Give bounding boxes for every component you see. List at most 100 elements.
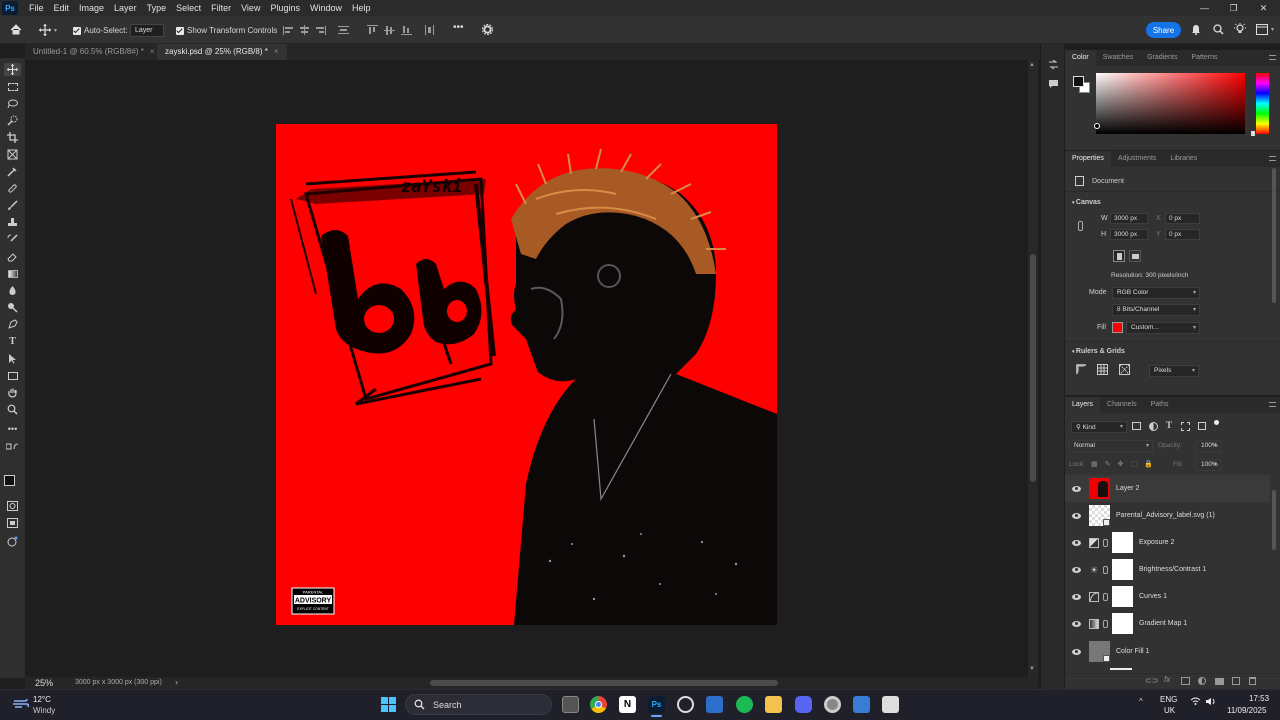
mask-link-icon[interactable] — [1103, 538, 1108, 547]
fill-opacity-field[interactable]: 100% — [1196, 459, 1221, 471]
distribute-icon[interactable] — [338, 25, 349, 35]
x-field[interactable]: 0 px — [1165, 213, 1200, 224]
visibility-eye-icon[interactable] — [1072, 539, 1081, 546]
volume-icon[interactable] — [1205, 697, 1216, 709]
delete-layer-icon[interactable] — [1249, 677, 1256, 685]
search-icon[interactable] — [1213, 24, 1224, 35]
color-picker-field[interactable] — [1096, 73, 1245, 134]
menu-filter[interactable]: Filter — [206, 0, 236, 16]
tab-untitled-1[interactable]: Untitled-1 @ 60.5% (RGB/8#) * × — [25, 44, 163, 60]
zoom-level[interactable]: 25% — [35, 678, 53, 688]
move-tool-icon[interactable] — [4, 63, 21, 76]
layer-style-icon[interactable]: fx — [1164, 675, 1170, 684]
layer-row[interactable]: Parental_Advisory_label.svg (1) — [1065, 502, 1270, 529]
layer-mask-thumbnail[interactable] — [1112, 559, 1133, 580]
spotify-icon[interactable] — [736, 696, 753, 713]
path-selection-tool-icon[interactable] — [6, 352, 19, 365]
panel-menu-icon[interactable] — [1269, 55, 1276, 60]
comments-panel-icon[interactable] — [1048, 79, 1059, 92]
mask-link-icon[interactable] — [1103, 565, 1108, 574]
taskbar-search[interactable]: Search — [405, 694, 552, 715]
panel-menu-icon[interactable] — [1269, 156, 1276, 161]
align-right-icon[interactable] — [315, 25, 326, 35]
layer-name[interactable]: Curves 1 — [1139, 593, 1167, 600]
file-explorer-icon[interactable] — [765, 696, 782, 713]
align-left-icon[interactable] — [283, 25, 294, 35]
system-tray-chevron-icon[interactable]: ^ — [1139, 697, 1143, 706]
layers-scrollbar[interactable] — [1272, 490, 1276, 550]
type-tool-icon[interactable]: T — [6, 335, 19, 348]
minimize-icon[interactable]: — — [1191, 0, 1218, 16]
layer-mask-thumbnail[interactable] — [1112, 613, 1133, 634]
layer-name[interactable]: Layer 2 — [1116, 485, 1139, 492]
layer-mask-thumbnail[interactable] — [1112, 532, 1133, 553]
tab-paths[interactable]: Paths — [1144, 397, 1176, 413]
clock-date[interactable]: 11/09/2025 — [1227, 706, 1266, 715]
y-field[interactable]: 0 px — [1165, 229, 1200, 240]
landscape-orientation-icon[interactable] — [1129, 250, 1141, 262]
scroll-up-icon[interactable]: ▲ — [1029, 62, 1035, 68]
more-options-icon[interactable]: ••• — [453, 22, 464, 33]
grid-icon[interactable] — [1097, 364, 1108, 378]
align-top-icon[interactable] — [367, 25, 378, 35]
tab-swatches[interactable]: Swatches — [1096, 50, 1140, 66]
horizontal-scroll-thumb[interactable] — [430, 680, 778, 686]
brush-tool-icon[interactable] — [6, 199, 19, 212]
align-center-icon[interactable] — [299, 25, 310, 35]
blend-mode-dropdown[interactable]: Normal — [1069, 440, 1153, 452]
height-field[interactable]: 3000 px — [1110, 229, 1148, 240]
clock-time[interactable]: 17:53 — [1249, 694, 1269, 703]
layer-row[interactable]: Exposure 2 — [1065, 529, 1270, 556]
scroll-down-icon[interactable]: ▼ — [1029, 666, 1035, 672]
notifications-bell-icon[interactable] — [1191, 24, 1201, 35]
windows-start-icon[interactable] — [381, 697, 397, 713]
crop-tool-icon[interactable] — [6, 131, 19, 144]
discord-icon[interactable] — [795, 696, 812, 713]
layer-name[interactable]: Brightness/Contrast 1 — [1139, 566, 1206, 573]
menu-type[interactable]: Type — [142, 0, 172, 16]
filter-type-icon[interactable]: T — [1166, 420, 1172, 430]
history-brush-tool-icon[interactable] — [6, 233, 19, 246]
layer-mask-thumbnail[interactable] — [1112, 586, 1133, 607]
eyedropper-tool-icon[interactable] — [6, 165, 19, 178]
layer-row[interactable]: Gradient Map 1 — [1065, 610, 1270, 637]
mask-link-icon[interactable] — [1103, 619, 1108, 628]
menu-plugins[interactable]: Plugins — [265, 0, 305, 16]
eraser-tool-icon[interactable] — [6, 250, 19, 263]
menu-image[interactable]: Image — [74, 0, 109, 16]
align-bottom-icon[interactable] — [401, 25, 412, 35]
menu-edit[interactable]: Edit — [49, 0, 75, 16]
tab-color[interactable]: Color — [1065, 50, 1096, 66]
weather-icon[interactable] — [12, 696, 30, 713]
tab-zayski-psd[interactable]: zayski.psd @ 25% (RGB/8) * × — [157, 44, 287, 60]
frame-tool-icon[interactable] — [6, 148, 19, 161]
filter-toggle-icon[interactable] — [1214, 420, 1219, 425]
tab-layers[interactable]: Layers — [1065, 397, 1101, 413]
settings-gear-icon[interactable] — [482, 24, 493, 35]
foreground-color-swatch[interactable] — [1073, 76, 1084, 87]
healing-brush-tool-icon[interactable] — [6, 182, 19, 195]
color-mode-dropdown[interactable]: RGB Color — [1112, 287, 1200, 299]
distribute-vertical-icon[interactable] — [424, 25, 435, 35]
auto-select-checkbox[interactable]: Auto-Select: — [73, 26, 128, 35]
zoom-tool-icon[interactable] — [6, 403, 19, 416]
language-bottom[interactable]: UK — [1164, 706, 1175, 715]
photoshop-taskbar-icon[interactable]: Ps — [648, 696, 665, 713]
link-layers-icon[interactable]: ⊂⊃ — [1145, 676, 1158, 685]
width-field[interactable]: 3000 px — [1110, 213, 1148, 224]
menu-file[interactable]: File — [24, 0, 49, 16]
gradient-tool-icon[interactable] — [6, 267, 19, 280]
close-tab-icon[interactable]: × — [150, 47, 155, 56]
home-icon[interactable] — [10, 24, 22, 35]
screen-mode-icon[interactable] — [6, 516, 19, 529]
auto-select-dropdown[interactable]: Layer — [130, 24, 164, 37]
show-transform-checkbox[interactable]: Show Transform Controls — [176, 26, 277, 35]
filter-adjustment-icon[interactable] — [1149, 422, 1158, 431]
store-icon[interactable] — [706, 696, 723, 713]
filter-shape-icon[interactable] — [1181, 422, 1190, 431]
generative-icon[interactable] — [6, 535, 19, 548]
menu-view[interactable]: View — [236, 0, 265, 16]
close-window-icon[interactable]: ✕ — [1250, 0, 1277, 16]
task-view-icon[interactable] — [562, 696, 579, 713]
edit-toolbar-icon[interactable]: ••• — [6, 422, 19, 435]
